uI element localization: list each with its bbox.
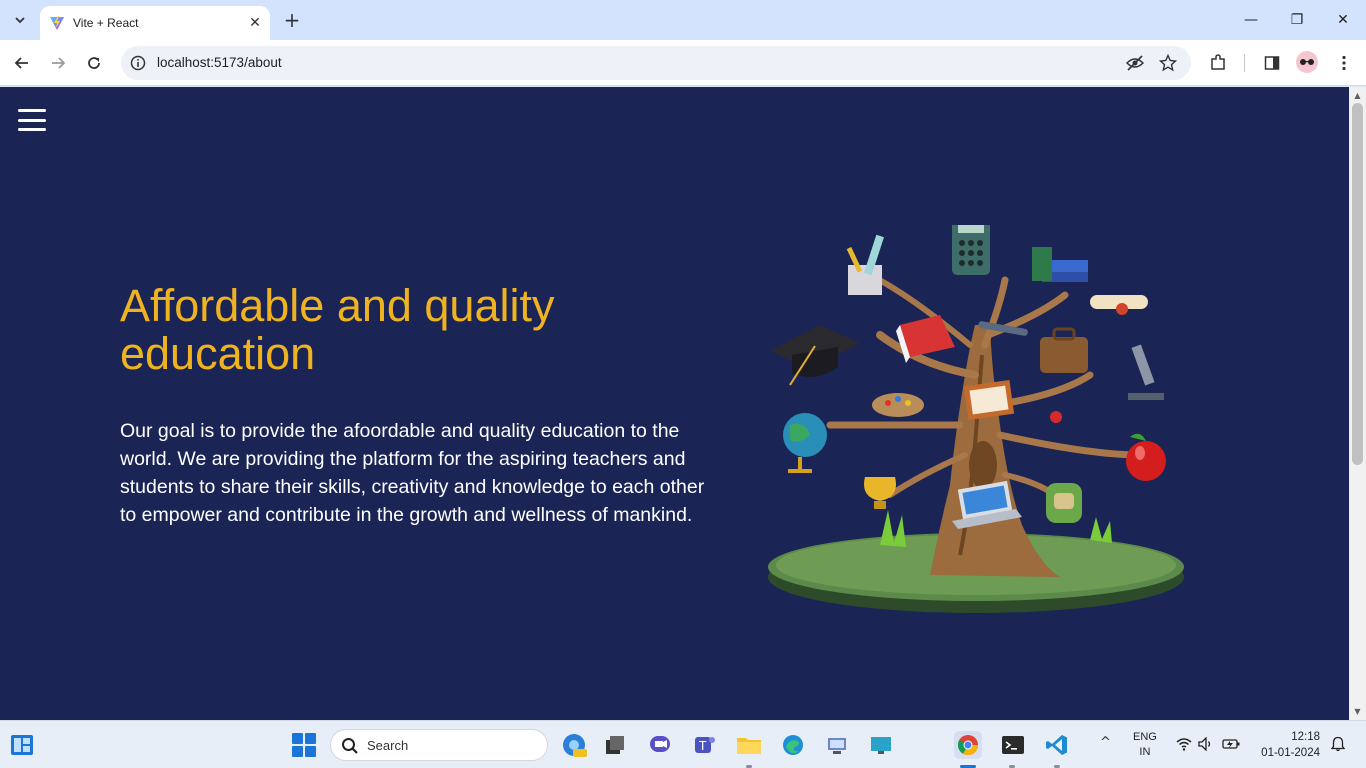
tab-close-button[interactable]: ✕ [244, 12, 266, 34]
education-tree-illustration [768, 225, 1184, 613]
new-tab-button[interactable]: + [280, 8, 304, 32]
window-controls: — ❐ ✕ [1228, 0, 1366, 40]
eye-off-icon[interactable] [1126, 54, 1144, 72]
copilot-preview-icon[interactable] [560, 731, 588, 759]
region-code: IN [1139, 746, 1151, 758]
site-info-icon[interactable] [130, 55, 146, 71]
mission-paragraph: Our goal is to provide the afoordable an… [120, 420, 705, 526]
clock-date: 01-01-2024 [1261, 747, 1320, 759]
svg-text:T: T [698, 739, 707, 753]
windows-taskbar: Search T ^ ENG IN 12:18 01-01-2024 [0, 720, 1366, 768]
teams-icon[interactable]: T [691, 731, 719, 759]
maximize-button[interactable]: ❐ [1274, 0, 1320, 40]
about-page: Affordable and quality education Our goa… [0, 87, 1349, 720]
toolbar-divider [1244, 54, 1245, 72]
network-tool-icon[interactable] [823, 731, 851, 759]
bookmark-star-icon[interactable] [1159, 54, 1177, 72]
search-label: Search [367, 738, 409, 753]
minimize-button[interactable]: — [1228, 0, 1274, 40]
system-clock[interactable]: 12:18 01-01-2024 [1254, 729, 1320, 761]
widgets-icon[interactable] [10, 733, 34, 757]
tray-overflow-chevron[interactable]: ^ [1100, 735, 1111, 750]
forward-button[interactable] [46, 51, 70, 75]
profile-avatar[interactable] [1296, 51, 1318, 73]
remote-desktop-icon[interactable] [867, 731, 895, 759]
tab-search-button[interactable] [8, 8, 32, 32]
more-menu-icon[interactable] [1333, 52, 1355, 74]
tab-title: Vite + React [73, 16, 139, 30]
extensions-icon[interactable] [1207, 52, 1229, 74]
browser-toolbar: localhost:5173/about [0, 40, 1366, 86]
reload-icon [88, 57, 100, 69]
clock-time: 12:18 [1291, 731, 1320, 743]
notification-bell-icon[interactable] [1330, 736, 1346, 752]
vscode-icon[interactable] [1043, 731, 1071, 759]
scroll-up-arrow-icon[interactable]: ▲ [1353, 91, 1362, 100]
page-title: Affordable and quality education [120, 280, 555, 379]
address-bar[interactable]: localhost:5173/about [121, 46, 1191, 80]
browser-tab-strip: Vite + React ✕ + — ❐ ✕ [0, 0, 1366, 40]
edge-browser-icon[interactable] [779, 731, 807, 759]
start-button[interactable] [292, 733, 316, 757]
page-scrollbar[interactable]: ▲ ▼ [1349, 87, 1366, 720]
scrollbar-thumb[interactable] [1352, 103, 1363, 465]
browser-tab-active[interactable]: Vite + React ✕ [40, 6, 270, 40]
reload-button[interactable] [82, 51, 106, 75]
scroll-down-arrow-icon[interactable]: ▼ [1353, 707, 1362, 716]
search-icon [342, 738, 358, 754]
language-code: ENG [1133, 731, 1157, 743]
arrow-left-icon [14, 57, 28, 69]
side-panel-icon[interactable] [1261, 52, 1283, 74]
chevron-down-icon [15, 17, 25, 24]
chrome-browser-icon[interactable] [954, 731, 982, 759]
hamburger-menu-icon[interactable] [18, 109, 46, 131]
arrow-right-icon [52, 57, 66, 69]
task-view-icon[interactable] [601, 731, 629, 759]
volume-icon[interactable] [1197, 735, 1215, 753]
meet-video-icon[interactable] [646, 731, 674, 759]
language-indicator[interactable]: ENG IN [1133, 730, 1157, 760]
glasses-icon [1300, 59, 1314, 65]
back-button[interactable] [10, 51, 34, 75]
taskbar-search-box[interactable]: Search [330, 729, 548, 761]
file-explorer-icon[interactable] [735, 731, 763, 759]
url-text[interactable]: localhost:5173/about [157, 55, 282, 70]
close-window-button[interactable]: ✕ [1320, 0, 1366, 40]
vite-logo-icon [50, 16, 64, 30]
wifi-icon[interactable] [1175, 735, 1193, 753]
terminal-icon[interactable] [999, 731, 1027, 759]
battery-icon[interactable] [1222, 735, 1240, 753]
